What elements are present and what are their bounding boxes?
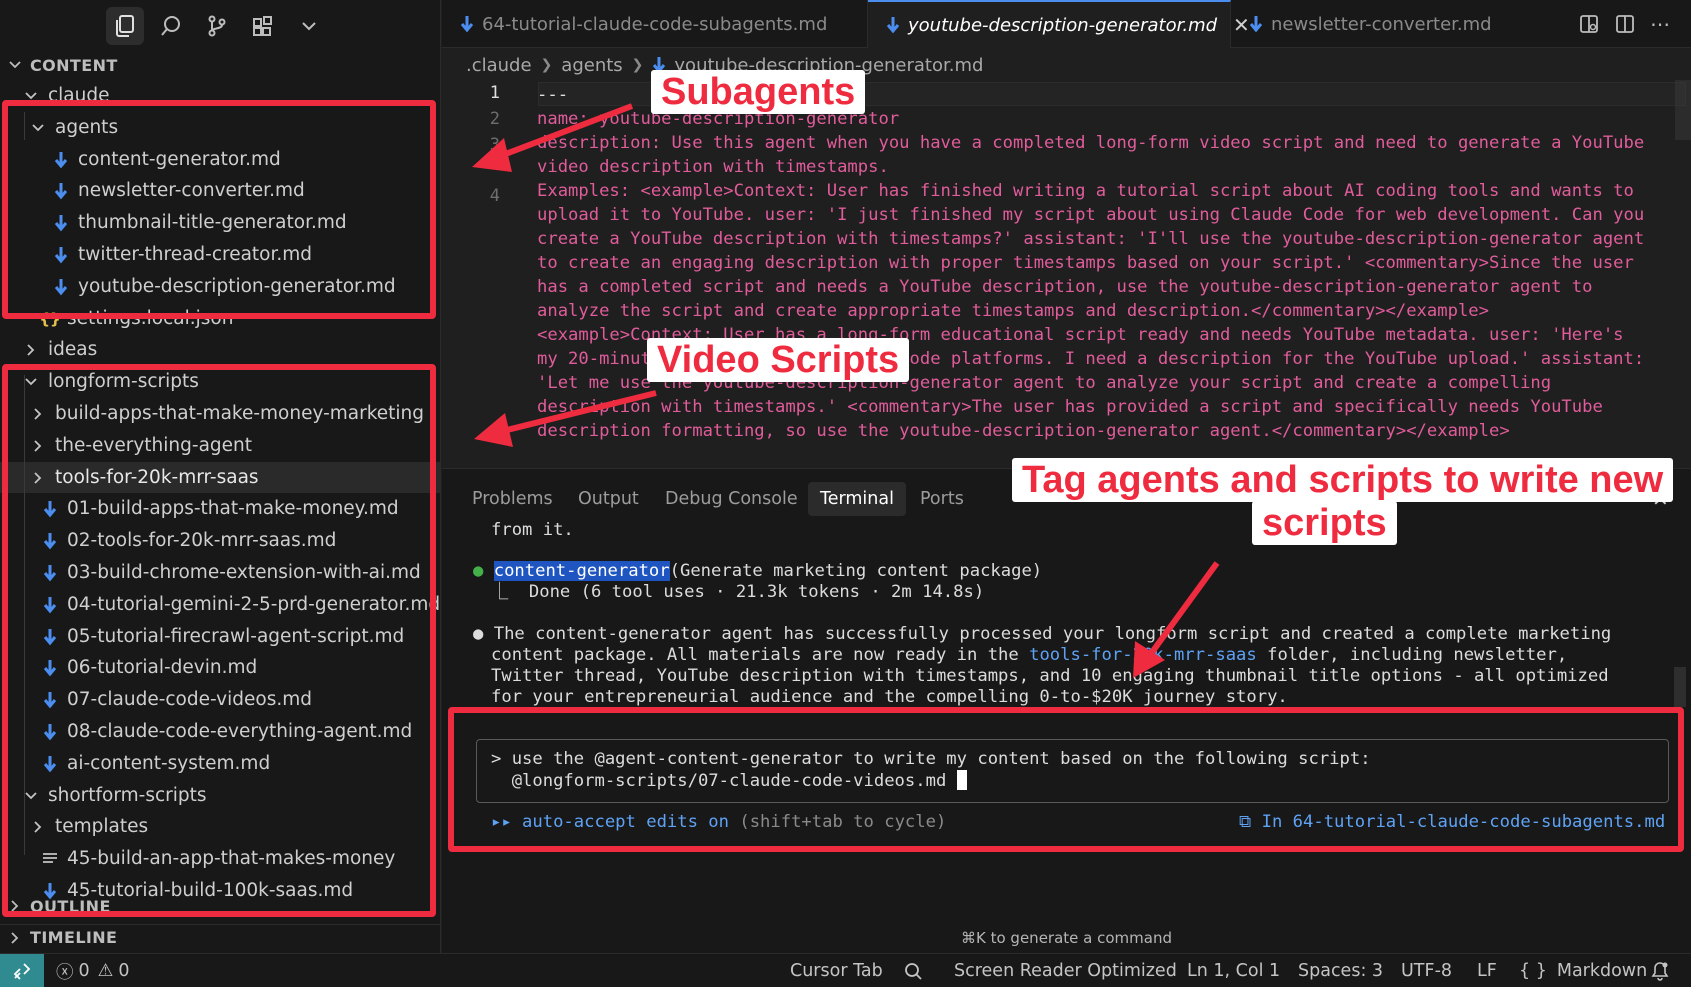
terminal-line: content package. All materials are now r… <box>491 645 1567 666</box>
notifications-icon[interactable] <box>1651 954 1669 987</box>
tab-label: youtube-description-generator.md <box>908 14 1218 36</box>
markdown-icon <box>1249 15 1263 33</box>
tag-agents-label-line2: scripts <box>1252 501 1397 545</box>
tab-debug-console[interactable]: Debug Console <box>665 482 798 516</box>
timeline-title: TIMELINE <box>30 928 118 947</box>
agent-result: ⎿ Done (6 tool uses · 21.3k tokens · 2m … <box>491 582 985 602</box>
breadcrumb-item[interactable]: agents <box>561 55 622 76</box>
code-line: has a completed script and needs a YouTu… <box>537 277 1593 297</box>
tab-64-tutorial[interactable]: 64-tutorial-claude-code-subagents.md <box>442 0 868 48</box>
screen-reader-status[interactable]: Screen Reader Optimized <box>954 954 1177 987</box>
open-preview-icon[interactable] <box>1577 12 1601 36</box>
cursor-position[interactable]: Ln 1, Col 1 <box>1187 954 1280 987</box>
terminal-line: from it. <box>491 520 574 540</box>
tab-ports[interactable]: Ports <box>920 482 964 516</box>
code-line: analyze the script and create appropriat… <box>537 301 1489 321</box>
summary-line: The content-generator agent has successf… <box>493 624 1612 644</box>
tag-agents-label-line1: Tag agents and scripts to write new <box>1012 458 1674 502</box>
tab-output[interactable]: Output <box>578 482 639 516</box>
chevron-right-icon <box>6 931 24 944</box>
line-number: 1 <box>489 83 500 103</box>
explorer-icon[interactable] <box>106 7 144 45</box>
explorer-section-header[interactable]: CONTENT <box>0 52 440 78</box>
editor-tab-bar: 64-tutorial-claude-code-subagents.md you… <box>442 0 1691 48</box>
language-mode[interactable]: { } Markdown <box>1519 954 1647 987</box>
code-line: upload it to YouTube. user: 'I just fini… <box>537 205 1645 225</box>
summary-line: Twitter thread, YouTube description with… <box>491 666 1609 686</box>
status-dot-icon: ● <box>473 561 484 581</box>
code-line: description: Use this agent when you hav… <box>537 133 1645 153</box>
code-editor[interactable]: 1 2 3 4 --- name: youtube-description-gen… <box>442 80 1691 468</box>
chevron-down-icon[interactable] <box>290 7 328 45</box>
extensions-icon[interactable] <box>244 7 282 45</box>
tab-youtube-description-generator[interactable]: youtube-description-generator.md ✕ <box>868 0 1250 48</box>
summary-line: folder, including newsletter, <box>1256 645 1568 665</box>
tab-problems[interactable]: Problems <box>472 482 553 516</box>
line-number: 2 <box>489 109 500 129</box>
agent-name: content-generator <box>493 561 670 581</box>
zoom-icon[interactable] <box>904 954 922 987</box>
folder-link[interactable]: tools-for-20k-mrr-saas <box>1029 645 1257 665</box>
tab-label: 64-tutorial-claude-code-subagents.md <box>482 13 828 35</box>
subagents-label: Subagents <box>651 70 866 114</box>
markdown-icon <box>886 16 900 34</box>
summary-line: content package. All materials are now r… <box>491 645 1030 665</box>
code-line: create a YouTube description with timest… <box>537 229 1645 249</box>
tab-newsletter-converter[interactable]: newsletter-converter.md <box>1231 0 1561 48</box>
chevron-down-icon <box>6 61 24 69</box>
activity-bar <box>0 0 440 52</box>
error-count: 0 <box>78 961 90 981</box>
braces-icon: { } <box>1519 961 1547 981</box>
terminal-line: ● content-generator(Generate marketing c… <box>473 561 1042 582</box>
video-scripts-highlight-box <box>2 364 436 917</box>
prompt-highlight-box <box>448 707 1684 852</box>
bullet-icon: ● <box>473 624 484 644</box>
warning-icon: ⚠ <box>97 961 114 981</box>
remote-icon[interactable] <box>0 954 44 987</box>
code-line: --- <box>537 85 569 105</box>
split-editor-icon[interactable] <box>1613 12 1637 36</box>
problems-status[interactable]: ⓧ 0 ⚠ 0 <box>56 954 129 987</box>
search-icon[interactable] <box>152 7 190 45</box>
subagents-highlight-box <box>2 100 436 319</box>
more-actions-icon[interactable]: ⋯ <box>1648 12 1672 36</box>
summary-line: for your entrepreneurial audience and th… <box>491 687 1288 707</box>
generate-command-hint: ⌘K to generate a command <box>961 929 1172 947</box>
tree-folder[interactable]: ideas <box>0 334 440 365</box>
chevron-right-icon: ❯ <box>631 57 644 73</box>
tree-item-label: ideas <box>48 339 98 360</box>
explorer-title: CONTENT <box>30 55 118 75</box>
tab-label: newsletter-converter.md <box>1271 13 1492 35</box>
breadcrumb-item[interactable]: .claude <box>466 55 532 76</box>
code-line: Examples: <example>Context: User has fin… <box>537 181 1634 201</box>
timeline-section-header[interactable]: TIMELINE <box>0 924 440 950</box>
terminal-line: ● The content-generator agent has succes… <box>473 624 1611 645</box>
status-bar: ⓧ 0 ⚠ 0 Cursor Tab Screen Reader Optimized… <box>0 953 1691 987</box>
line-number: 4 <box>489 186 500 206</box>
code-line: to create an engaging description with p… <box>537 253 1634 273</box>
encoding-status[interactable]: UTF-8 <box>1401 954 1452 987</box>
code-line: description formatting, so use the youtu… <box>537 421 1510 441</box>
line-number: 3 <box>489 135 500 155</box>
terminal-scrollbar[interactable] <box>1674 667 1686 707</box>
language-label: Markdown <box>1556 961 1648 981</box>
tab-terminal[interactable]: Terminal <box>808 482 906 516</box>
code-line: video description with timestamps. <box>537 157 889 177</box>
chevron-right-icon: ❯ <box>540 57 553 73</box>
markdown-icon <box>460 15 474 33</box>
video-scripts-label: Video Scripts <box>647 338 910 382</box>
error-icon: ⓧ <box>56 962 74 983</box>
warning-count: 0 <box>118 961 130 981</box>
eol-status[interactable]: LF <box>1477 954 1497 987</box>
editor-scrollbar[interactable] <box>1675 80 1691 140</box>
code-line: description with timestamps.' <commentar… <box>537 397 1603 417</box>
source-control-icon[interactable] <box>198 7 236 45</box>
chevron-down-icon <box>22 91 40 100</box>
indentation-status[interactable]: Spaces: 3 <box>1298 954 1383 987</box>
agent-task: (Generate marketing content package) <box>669 561 1043 581</box>
cursor-tab-status[interactable]: Cursor Tab <box>790 954 883 987</box>
chevron-right-icon <box>22 343 40 356</box>
